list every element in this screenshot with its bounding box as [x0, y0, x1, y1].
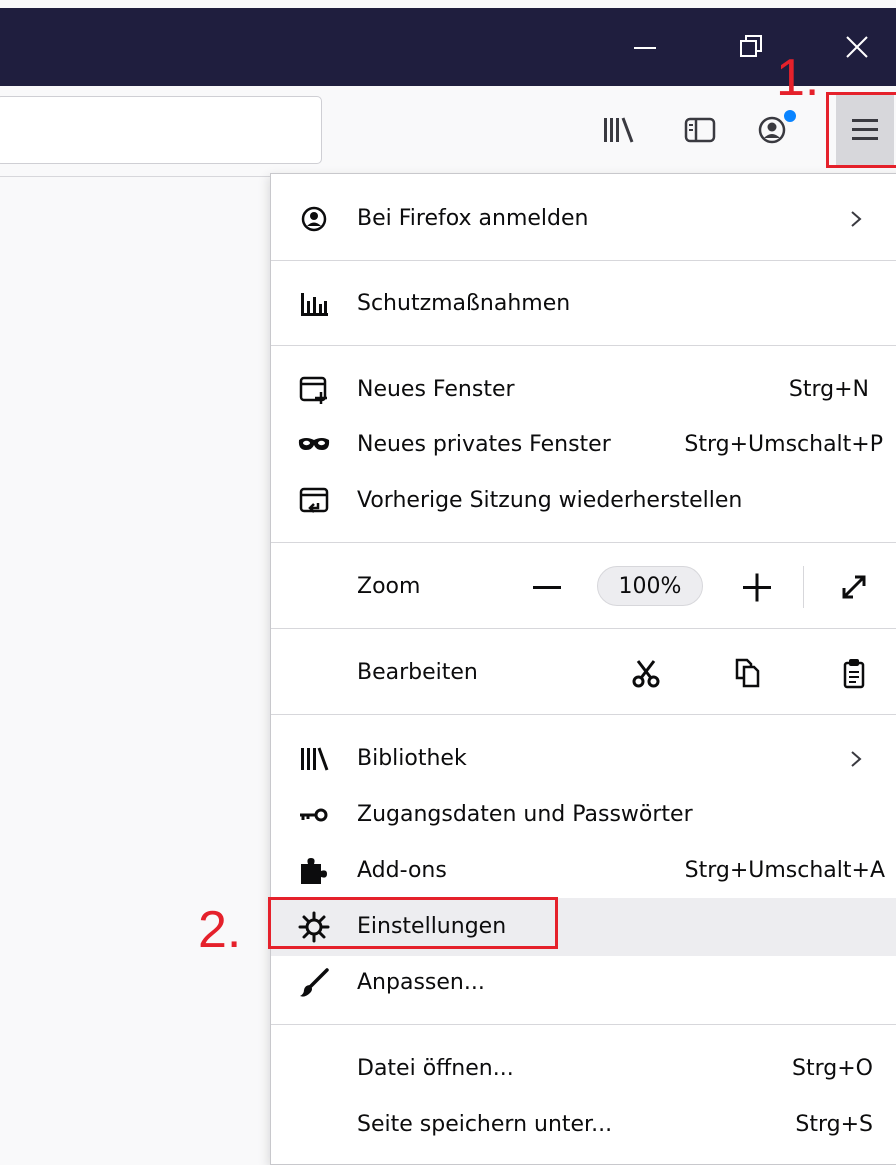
scissors-icon: [632, 660, 660, 688]
menu-separator: [271, 1024, 896, 1025]
menu-item-label: Add-ons: [357, 858, 447, 883]
clipboard-icon: [843, 659, 865, 689]
cut-button[interactable]: [625, 644, 665, 702]
app-menu-panel: Bei Firefox anmelden Schutzmaßnahmen Neu…: [270, 173, 896, 1165]
library-icon: [297, 742, 331, 776]
library-button[interactable]: [598, 110, 638, 150]
annotation-box-settings: [268, 897, 558, 949]
menu-item-addons[interactable]: Add-ons Strg+Umschalt+A: [271, 842, 896, 900]
restore-button[interactable]: [726, 22, 776, 72]
plus-icon: [743, 573, 771, 602]
annotation-box-menu-button: [826, 92, 896, 168]
minimize-icon: [634, 47, 656, 49]
url-bar-input[interactable]: [0, 96, 322, 164]
menu-item-new-private-window[interactable]: Neues privates Fenster Strg+Umschalt+P: [271, 416, 896, 474]
minus-icon: [533, 586, 561, 589]
menu-item-new-window[interactable]: Neues Fenster Strg+N: [271, 361, 896, 419]
menu-separator: [271, 260, 896, 261]
menu-item-label: Schutzmaßnahmen: [357, 291, 571, 316]
copy-button[interactable]: [727, 644, 767, 702]
paintbrush-icon: [297, 966, 331, 1000]
menu-item-label: Zugangsdaten und Passwörter: [357, 802, 693, 827]
sidebar-icon: [684, 117, 716, 143]
close-icon: [846, 36, 868, 58]
key-icon: [297, 798, 331, 832]
menu-item-save-page[interactable]: Seite speichern unter... Strg+S: [271, 1096, 896, 1154]
menu-item-protections[interactable]: Schutzmaßnahmen: [271, 275, 896, 333]
menu-item-open-file[interactable]: Datei öffnen... Strg+O: [271, 1040, 896, 1098]
menu-separator: [271, 345, 896, 346]
menu-separator: [271, 714, 896, 715]
menu-item-label: Vorherige Sitzung wiederherstellen: [357, 488, 743, 513]
zoom-out-button[interactable]: [527, 558, 567, 616]
copy-icon: [735, 658, 760, 688]
menu-item-shortcut: Strg+O: [792, 1056, 873, 1081]
zoom-divider: [803, 566, 804, 608]
minimize-button[interactable]: [620, 22, 670, 72]
restore-session-icon: [297, 484, 331, 518]
navigation-toolbar: [0, 86, 896, 177]
menu-item-label: Seite speichern unter...: [357, 1112, 613, 1137]
library-icon: [604, 117, 634, 143]
restore-icon: [740, 35, 762, 57]
window-titlebar: [0, 8, 896, 86]
chevron-right-icon: [851, 751, 862, 767]
protections-dashboard-icon: [297, 287, 331, 321]
menu-item-logins-passwords[interactable]: Zugangsdaten und Passwörter: [271, 786, 896, 844]
menu-item-zoom: Zoom 100%: [271, 558, 896, 616]
puzzle-piece-icon: [297, 854, 331, 888]
menu-item-label: Neues Fenster: [357, 377, 515, 402]
paste-button[interactable]: [833, 644, 873, 702]
edit-label: Bearbeiten: [357, 660, 478, 685]
account-icon: [297, 202, 331, 236]
menu-item-customize[interactable]: Anpassen...: [271, 954, 896, 1012]
zoom-label: Zoom: [357, 574, 421, 599]
menu-item-label: Datei öffnen...: [357, 1056, 514, 1081]
account-button[interactable]: [752, 108, 798, 150]
chevron-right-icon: [851, 211, 862, 227]
menu-item-library[interactable]: Bibliothek: [271, 730, 896, 788]
menu-item-restore-session[interactable]: Vorherige Sitzung wiederherstellen: [271, 472, 896, 530]
menu-item-shortcut: Strg+N: [788, 377, 869, 402]
menu-item-shortcut: Strg+Umschalt+A: [684, 858, 885, 883]
annotation-step-1: 1.: [776, 49, 820, 107]
menu-separator: [271, 542, 896, 543]
sidebar-button[interactable]: [680, 110, 720, 150]
menu-item-edit: Bearbeiten: [271, 644, 896, 702]
menu-item-shortcut: Strg+Umschalt+P: [684, 432, 883, 457]
annotation-step-2: 2.: [198, 901, 242, 959]
menu-item-sign-in[interactable]: Bei Firefox anmelden: [271, 190, 896, 248]
notification-badge: [782, 108, 798, 124]
fullscreen-icon: [842, 575, 866, 599]
zoom-in-button[interactable]: [737, 558, 777, 616]
close-button[interactable]: [832, 22, 882, 72]
menu-item-label: Bibliothek: [357, 746, 467, 771]
menu-item-label: Neues privates Fenster: [357, 432, 611, 457]
menu-item-label: Anpassen...: [357, 970, 485, 995]
new-window-icon: [297, 373, 331, 407]
menu-separator: [271, 628, 896, 629]
menu-item-shortcut: Strg+S: [795, 1112, 873, 1137]
menu-item-label: Bei Firefox anmelden: [357, 206, 589, 231]
zoom-reset-button[interactable]: 100%: [597, 566, 703, 606]
private-mask-icon: [297, 428, 331, 462]
fullscreen-button[interactable]: [833, 558, 873, 616]
